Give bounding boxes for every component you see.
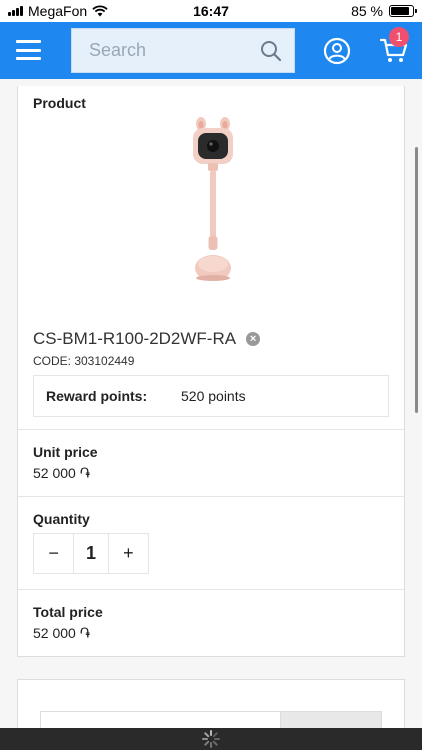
product-name[interactable]: CS-BM1-R100-2D2WF-RA xyxy=(33,329,236,349)
status-bar-right: 85 % xyxy=(351,3,417,19)
app-header: 1 xyxy=(0,22,422,79)
unit-price-section: Unit price 52 000 ֏ xyxy=(18,429,404,496)
cart-count-badge: 1 xyxy=(389,27,409,47)
status-bar: MegaFon 16:47 85 % xyxy=(0,0,422,22)
reward-points-label: Reward points: xyxy=(46,388,148,404)
total-price-label: Total price xyxy=(33,604,103,620)
loading-bar xyxy=(0,728,422,750)
reward-points-box: Reward points: 520 points xyxy=(33,375,389,417)
cart-item-card: Product CS-BM1-R100-2D2WF-RA × CODE: 303… xyxy=(17,86,405,657)
search-icon[interactable] xyxy=(260,40,282,62)
product-name-row: CS-BM1-R100-2D2WF-RA × xyxy=(33,329,261,349)
loading-spinner-icon xyxy=(202,730,220,748)
product-code: CODE: 303102449 xyxy=(33,354,135,368)
total-price-section: Total price 52 000 ֏ xyxy=(18,589,404,657)
battery-percent: 85 % xyxy=(351,3,383,19)
carrier-name: MegaFon xyxy=(28,3,88,19)
search-box xyxy=(71,28,295,73)
quantity-label: Quantity xyxy=(33,511,90,527)
product-image[interactable] xyxy=(183,116,243,286)
reward-points-value: 520 points xyxy=(181,388,246,404)
battery-icon xyxy=(389,5,417,17)
page-scrollbar[interactable] xyxy=(415,147,418,413)
total-price-value: 52 000 ֏ xyxy=(33,625,90,641)
decrease-quantity-button[interactable]: − xyxy=(34,534,74,573)
signal-icon xyxy=(8,6,23,16)
quantity-value[interactable]: 1 xyxy=(73,534,109,573)
wifi-icon xyxy=(92,5,108,17)
remove-item-icon[interactable]: × xyxy=(246,332,261,346)
quantity-stepper: − 1 + xyxy=(33,533,149,574)
product-section-label: Product xyxy=(33,95,86,111)
menu-icon[interactable] xyxy=(16,40,41,60)
unit-price-value: 52 000 ֏ xyxy=(33,465,90,481)
quantity-section: Quantity − 1 + xyxy=(18,496,404,589)
user-icon[interactable] xyxy=(323,37,351,65)
status-bar-left: MegaFon xyxy=(8,3,108,19)
increase-quantity-button[interactable]: + xyxy=(108,534,148,573)
unit-price-label: Unit price xyxy=(33,444,98,460)
search-input[interactable] xyxy=(72,40,252,61)
